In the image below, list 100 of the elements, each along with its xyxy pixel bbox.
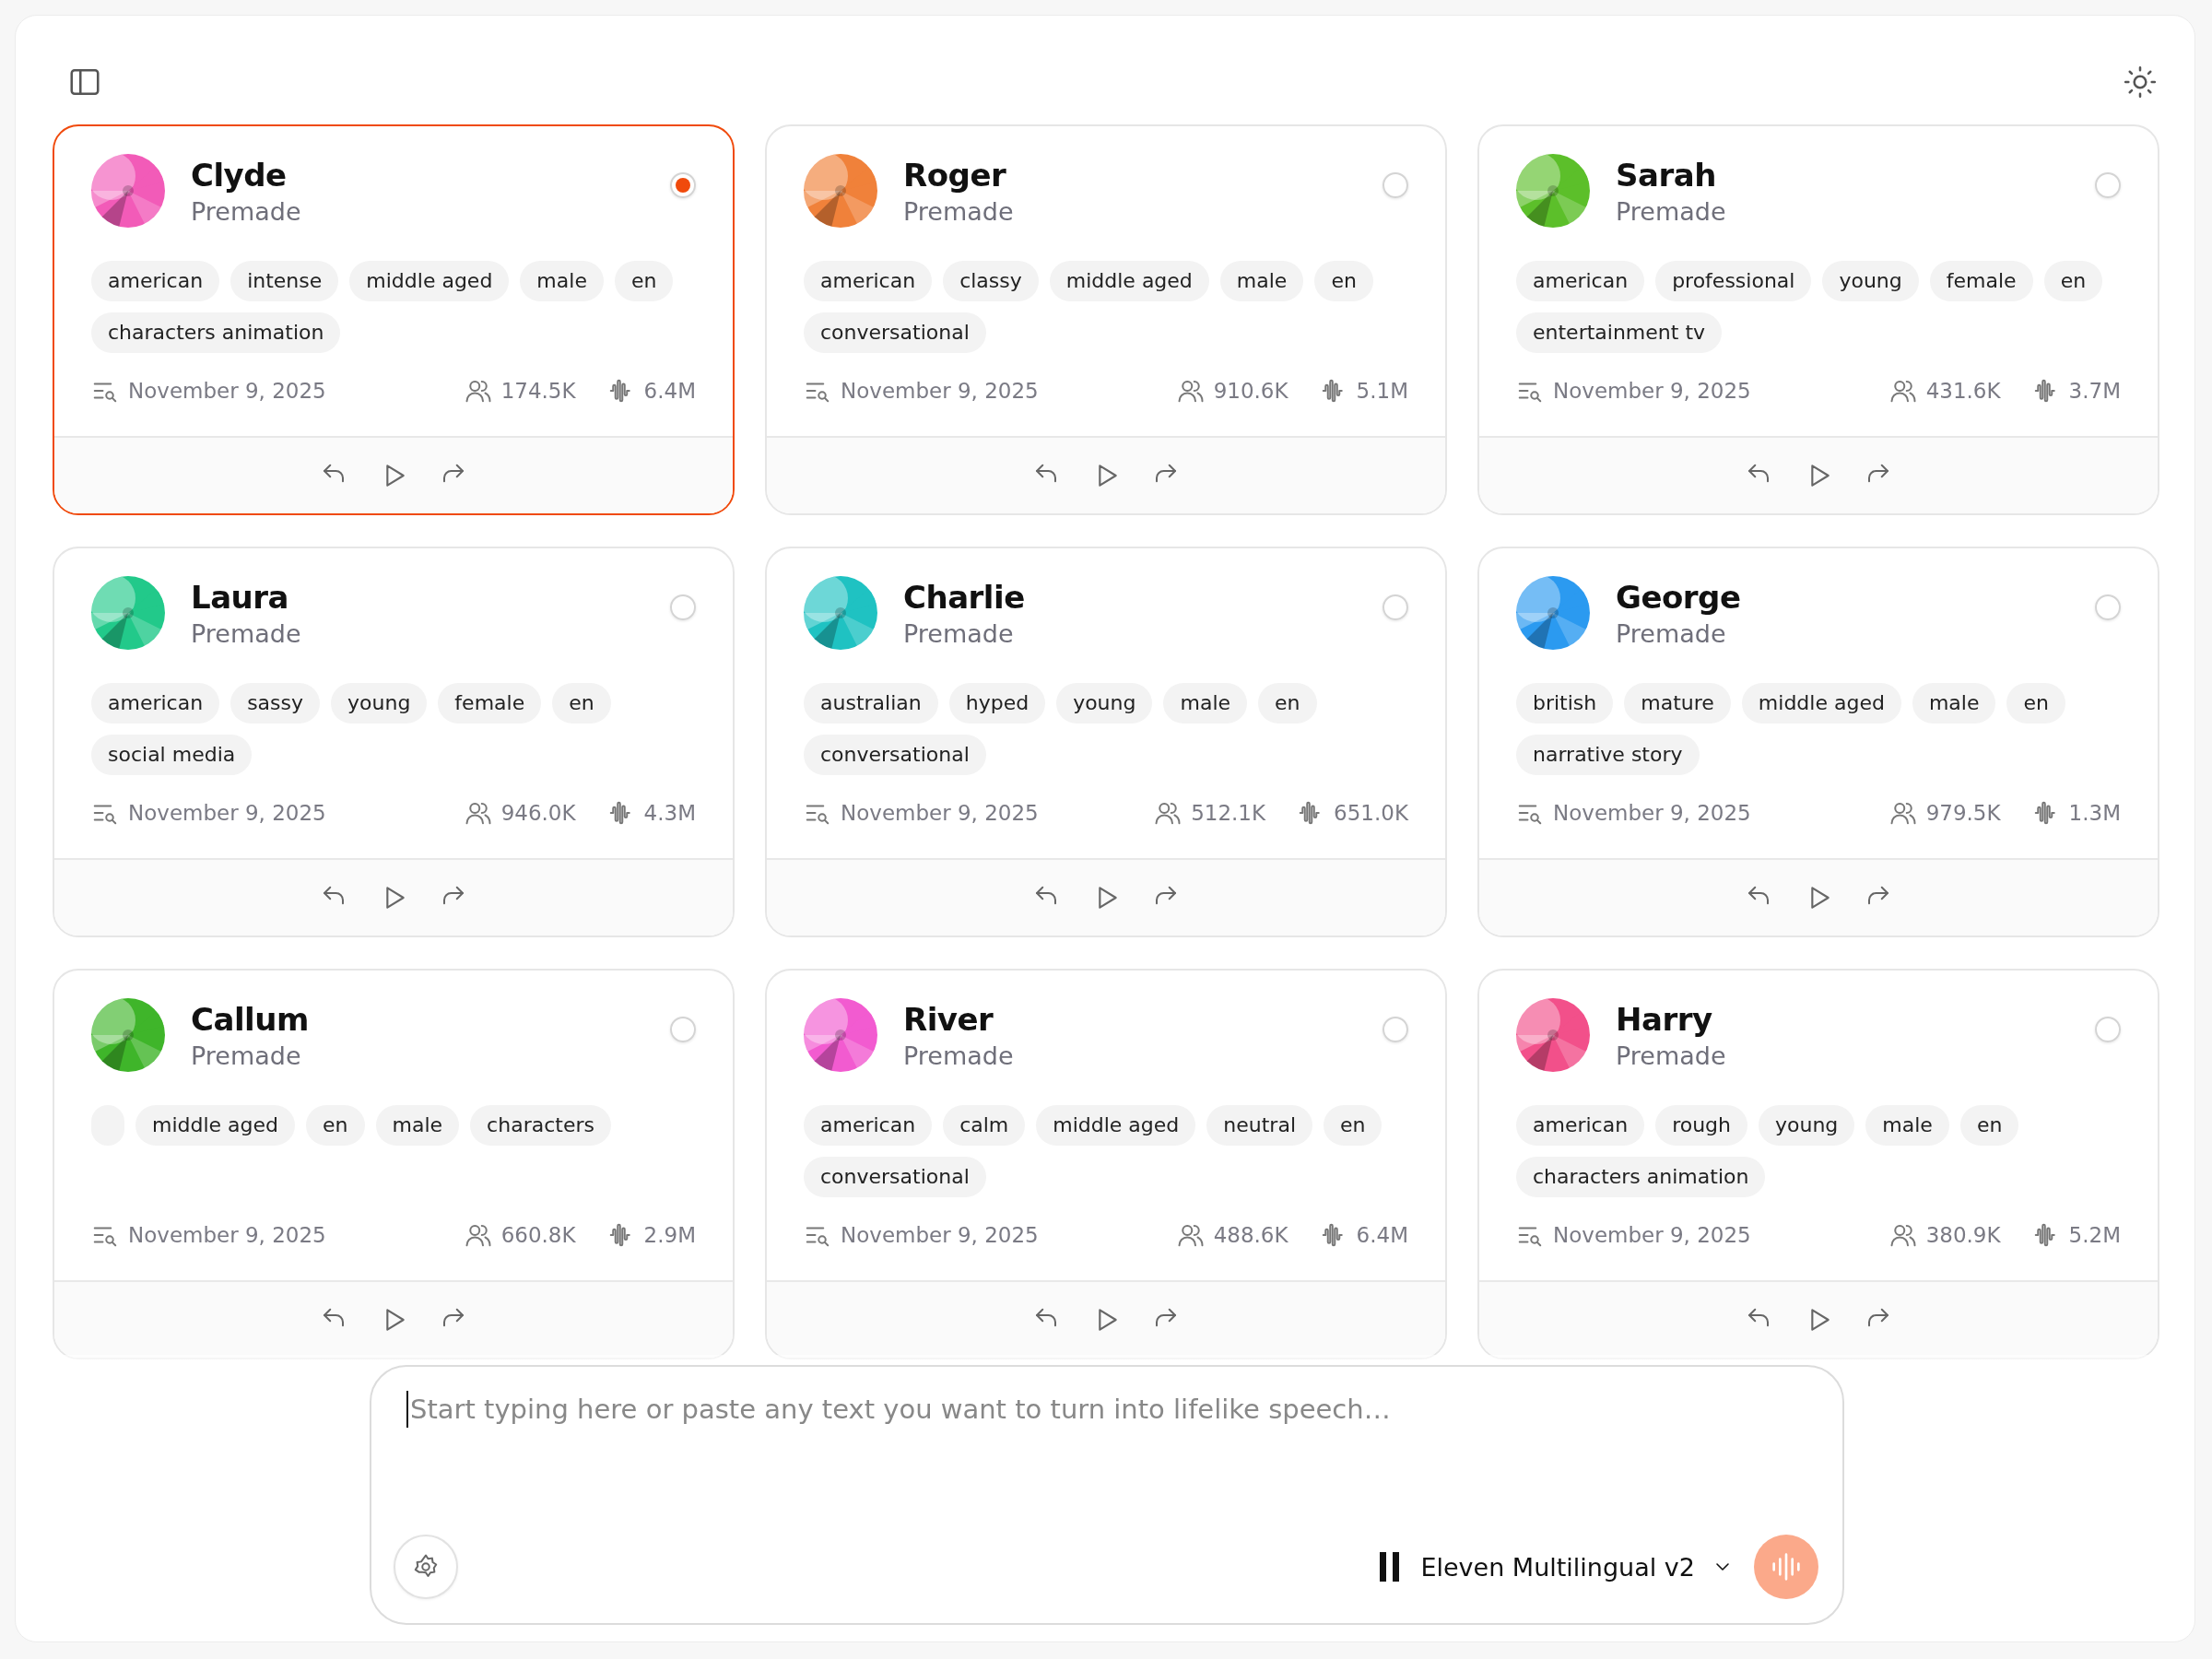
user-count: 488.6K [1213, 1223, 1288, 1247]
tag: young [1759, 1105, 1855, 1146]
tag: neutral [1206, 1105, 1312, 1146]
voice-name: Clyde [191, 156, 288, 194]
radio-button[interactable] [670, 172, 696, 198]
tag: american [804, 1105, 933, 1146]
tag: male [1912, 683, 1996, 724]
date-text: November 9, 2025 [841, 801, 1039, 825]
user-count: 431.6K [1925, 379, 2001, 403]
voice-name: Sarah [1616, 156, 1717, 194]
tag: male [1219, 261, 1304, 301]
tag: en [1959, 1105, 2019, 1146]
tag: conversational [804, 735, 986, 775]
voice-card[interactable]: Roger Premade american classy middle aged male en conversational November 9, 2025 910.6K 5.1M [765, 124, 1447, 515]
date-text: November 9, 2025 [1553, 1223, 1751, 1247]
tag: en [306, 1105, 365, 1146]
voice-category: Premade [903, 1041, 1015, 1070]
tag: young [1056, 683, 1153, 724]
voice-category: Premade [191, 1041, 302, 1070]
voice-name: George [1616, 578, 1742, 616]
date-text: November 9, 2025 [128, 1223, 326, 1247]
tag: calm [943, 1105, 1026, 1146]
tag: young [331, 683, 428, 724]
voice-name: Harry [1616, 1000, 1713, 1038]
tag: en [1258, 683, 1317, 724]
sun-icon[interactable] [2123, 65, 2158, 100]
user-count: 946.0K [500, 801, 576, 825]
tag: characters animation [91, 312, 341, 353]
tag: en [552, 683, 611, 724]
tag: american [1516, 261, 1645, 301]
date-text: November 9, 2025 [1553, 801, 1751, 825]
user-count: 380.9K [1925, 1223, 2001, 1247]
tag: middle aged [1036, 1105, 1196, 1146]
tag: middle aged [1741, 683, 1901, 724]
tag: american [91, 261, 220, 301]
settings-button[interactable] [394, 1535, 458, 1599]
tag: male [375, 1105, 460, 1146]
tag: american [1516, 1105, 1645, 1146]
tag: characters [470, 1105, 611, 1146]
tag: narrative story [1516, 735, 1700, 775]
voice-name: Callum [191, 1000, 310, 1038]
tag: sassy [230, 683, 320, 724]
user-count: 512.1K [1191, 801, 1266, 825]
tag: male [520, 261, 604, 301]
voice-card[interactable]: Clyde Premade american intense middle aged male en characters animation November 9, 2025 174.5K 6.4M [53, 124, 735, 515]
tag: female [438, 683, 542, 724]
tag: characters animation [1516, 1157, 1766, 1197]
tag: en [614, 261, 674, 301]
voice-card[interactable]: Laura Premade american sassy young female en social media November 9, 2025 946.0K 4.3M [53, 547, 735, 937]
play-count: 6.4M [643, 379, 696, 403]
voice-name: Charlie [903, 578, 1026, 616]
user-count: 910.6K [1213, 379, 1288, 403]
user-count: 979.5K [1925, 801, 2001, 825]
voice-card[interactable]: George Premade british mature middle aged male en narrative story November 9, 2025 979.5K 1.3M [1477, 547, 2159, 937]
pause-icon [1380, 1552, 1401, 1582]
tag: american [91, 683, 220, 724]
tag: male [1163, 683, 1248, 724]
tag: conversational [804, 1157, 986, 1197]
tag: young [1822, 261, 1919, 301]
voice-card[interactable]: Charlie Premade australian hyped young male en conversational November 9, 2025 512.1K 651.0K [765, 547, 1447, 937]
radio-button[interactable] [2095, 1017, 2121, 1042]
tag: en [1314, 261, 1373, 301]
voice-name: Roger [903, 156, 1007, 194]
voice-category: Premade [903, 196, 1015, 226]
tag: male [1865, 1105, 1949, 1146]
play-count: 1.3M [2068, 801, 2121, 825]
tag: british [1516, 683, 1614, 724]
date-text: November 9, 2025 [841, 379, 1039, 403]
play-count: 5.2M [2068, 1223, 2121, 1247]
tag: en [1324, 1105, 1382, 1146]
play-count: 6.4M [1356, 1223, 1408, 1247]
tag: intense [230, 261, 339, 301]
voice-category: Premade [903, 618, 1015, 648]
tag: middle aged [135, 1105, 296, 1146]
radio-button[interactable] [670, 594, 696, 620]
date-text: November 9, 2025 [1553, 379, 1751, 403]
tag: professional [1655, 261, 1812, 301]
radio-button[interactable] [1382, 594, 1408, 620]
play-count: 2.9M [643, 1223, 696, 1247]
tag: australian [804, 683, 938, 724]
play-count: 4.3M [643, 801, 696, 825]
voice-category: Premade [1616, 1041, 1727, 1070]
user-count: 174.5K [500, 379, 576, 403]
radio-button[interactable] [1382, 1017, 1408, 1042]
tag: hyped [948, 683, 1046, 724]
date-text: November 9, 2025 [128, 801, 326, 825]
tag: middle aged [349, 261, 510, 301]
voice-category: Premade [1616, 196, 1727, 226]
radio-button[interactable] [670, 1017, 696, 1042]
voice-category: Premade [191, 618, 302, 648]
tag: en [2006, 683, 2065, 724]
model-dropdown[interactable]: Eleven Multilingual v2 [1415, 1552, 1739, 1582]
voice-card[interactable]: Sarah Premade american professional young female en entertainment tv November 9, 2025 431.6K 3.7M [1477, 124, 2159, 515]
tag: mature [1624, 683, 1731, 724]
radio-button[interactable] [2095, 172, 2121, 198]
tag: rough [1655, 1105, 1747, 1146]
radio-button[interactable] [1382, 172, 1408, 198]
tag: en [2043, 261, 2103, 301]
date-text: November 9, 2025 [128, 379, 326, 403]
radio-button[interactable] [2095, 594, 2121, 620]
